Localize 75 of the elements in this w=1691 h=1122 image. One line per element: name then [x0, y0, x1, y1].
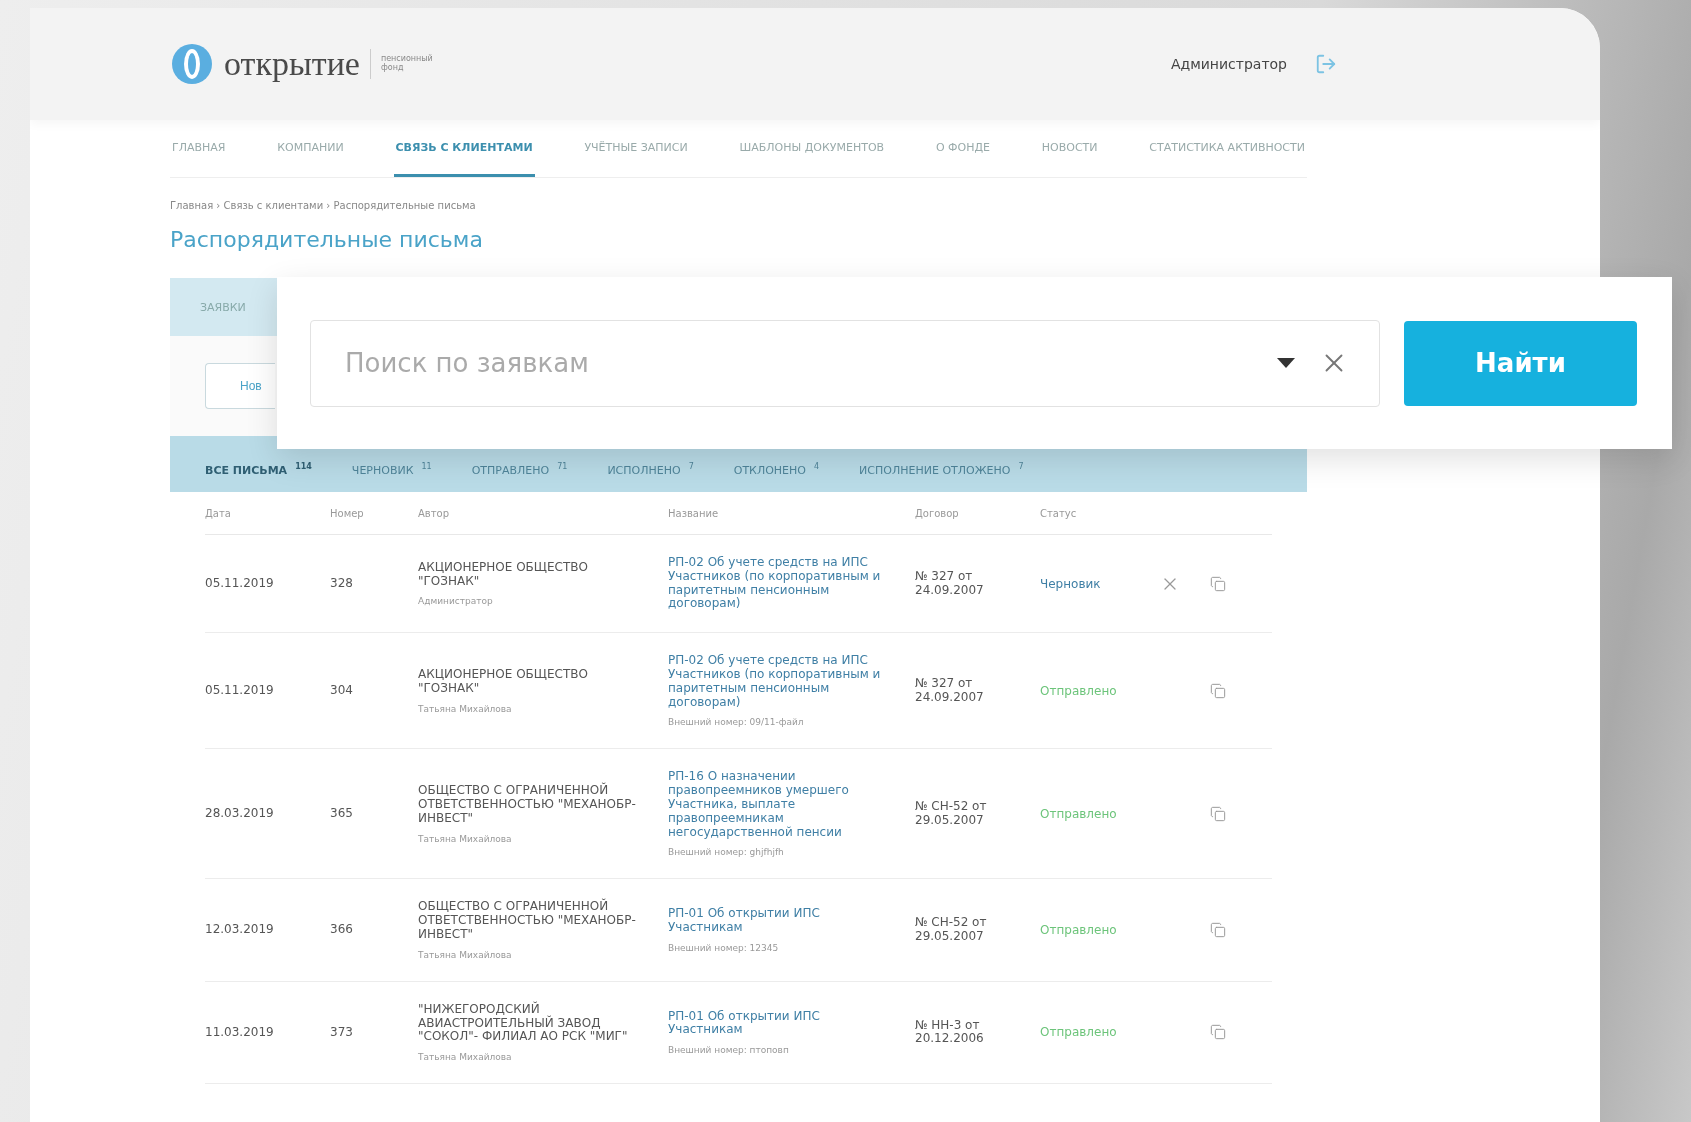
logout-icon[interactable] — [1315, 53, 1337, 75]
contract-cell-text: № СН-52 от 29.05.2007 — [915, 916, 988, 944]
author-user: Татьяна Михайлова — [418, 1052, 513, 1063]
letter-title-link[interactable]: РП-01 Об открытии ИПС Участникам — [668, 1009, 885, 1038]
filter-tab[interactable]: ИСПОЛНЕНИЕ ОТЛОЖЕНО $^{7}$ — [859, 461, 1024, 477]
status-text: Отправлено — [1040, 1025, 1118, 1040]
author-user: Татьяна Михайлова — [418, 949, 513, 960]
search-bar[interactable]: Поиск по заявкам — [310, 319, 1380, 407]
date-cell-text: 05.11.2019 — [205, 683, 275, 698]
filter-tab[interactable]: ОТКЛОНЕНО $^{4}$ — [733, 461, 820, 477]
column-header: Договор — [915, 507, 960, 519]
external-number: Внешний номер: ghjfhjfh — [668, 847, 785, 858]
number-cell-text: 328 — [330, 576, 354, 591]
nav-tab[interactable]: КОМПАНИИ — [275, 120, 346, 177]
logo-text: открытие — [224, 45, 360, 83]
copy-icon[interactable] — [1210, 575, 1226, 592]
copy-icon[interactable] — [1210, 805, 1226, 822]
breadcrumbs: Главная › Связь с клиентами › Распорядительные письма — [170, 200, 477, 211]
author-name: ОБЩЕСТВО С ОГРАНИЧЕННОЙ ОТВЕТСТВЕННОСТЬЮ "МЕХАНОБР-ИНВЕСТ" — [418, 900, 637, 942]
author-name: АКЦИОНЕРНОЕ ОБЩЕСТВО "ГОЗНАК" — [418, 668, 589, 696]
column-header: Название — [668, 507, 720, 519]
copy-icon[interactable] — [1210, 922, 1226, 939]
date-cell-text: 28.03.2019 — [205, 806, 275, 821]
filter-tab[interactable]: ОТПРАВЛЕНО $^{71}$ — [471, 461, 568, 477]
author-name: ОБЩЕСТВО С ОГРАНИЧЕННОЙ ОТВЕТСТВЕННОСТЬЮ "МЕХАНОБР-ИНВЕСТ" — [418, 784, 637, 826]
author-name: АКЦИОНЕРНОЕ ОБЩЕСТВО "ГОЗНАК" — [418, 560, 589, 589]
column-header: Дата — [205, 507, 232, 519]
status-text: Отправлено — [1040, 806, 1118, 821]
date-cell-text: 11.03.2019 — [205, 1025, 275, 1040]
external-number: Внешний номер: 09/11-файл — [668, 717, 805, 728]
nav-tab[interactable]: ГЛАВНАЯ — [170, 120, 228, 177]
author-user: Татьяна Михайлова — [418, 833, 513, 844]
letter-title-link[interactable]: РП-02 Об учете средств на ИПС Участников (по корпоративным и паритетным пенсионным договорам) — [668, 654, 885, 710]
number-cell-text: 373 — [330, 1025, 354, 1040]
logo-icon — [170, 42, 214, 86]
external-number: Внешний номер: 12345 — [668, 942, 780, 953]
column-header: Номер — [330, 507, 365, 519]
nav-tab[interactable]: ШАБЛОНЫ ДОКУМЕНТОВ — [737, 120, 887, 177]
filter-tab[interactable]: ИСПОЛНЕНО $^{7}$ — [607, 461, 694, 477]
number-cell-text: 365 — [330, 806, 354, 821]
number-cell-text: 304 — [330, 683, 354, 698]
nav-tab[interactable]: СТАТИСТИКА АКТИВНОСТИ — [1147, 120, 1307, 177]
author-name: "НИЖЕГОРОДСКИЙ АВИАСТРОИТЕЛЬНЫЙ ЗАВОД "СОКОЛ"- ФИЛИАЛ АО РСК "МИГ" — [418, 1002, 629, 1045]
nav-tab[interactable]: О ФОНДЕ — [933, 120, 992, 177]
contract-cell-text: № 327 от 24.09.2007 — [915, 569, 985, 598]
section-tab[interactable]: ЗАЯВКИ — [200, 300, 246, 314]
contract-cell-text: № 327 от 24.09.2007 — [915, 677, 985, 705]
author-user: Татьяна Михайлова — [418, 703, 513, 714]
author-user: Администратор — [418, 596, 494, 607]
search-button[interactable]: Найти — [1404, 320, 1637, 406]
status-text: Отправлено — [1040, 683, 1118, 698]
letter-title-link[interactable]: РП-01 Об открытии ИПС Участникам — [668, 907, 885, 935]
nav-tab[interactable]: УЧЁТНЫЕ ЗАПИСИ — [582, 120, 690, 177]
column-header: Автор — [418, 507, 451, 519]
letter-title-link[interactable]: РП-02 Об учете средств на ИПС Участников (по корпоративным и паритетным пенсионным договорам) — [668, 556, 885, 612]
status-text: Отправлено — [1040, 923, 1118, 938]
nav-tab[interactable]: НОВОСТИ — [1039, 120, 1100, 177]
user-name: Администратор — [1170, 56, 1287, 72]
contract-cell-text: № СН-52 от 29.05.2007 — [915, 800, 988, 828]
date-cell-text: 05.11.2019 — [205, 576, 275, 591]
copy-icon[interactable] — [1210, 682, 1226, 699]
contract-cell-text: № НН-3 от 20.12.2006 — [915, 1018, 985, 1047]
external-number: Внешний номер: птоповп — [668, 1045, 790, 1056]
copy-icon[interactable] — [1210, 1024, 1226, 1041]
column-header: Статус — [1040, 507, 1078, 519]
number-cell-text: 366 — [330, 923, 354, 937]
letter-title-link[interactable]: РП-16 О назначении правопреемников умершего Участника, выплате правопреемникам негосударственной пенсии — [668, 770, 885, 840]
filter-tab[interactable]: ЧЕРНОВИК $^{11}$ — [351, 461, 432, 477]
nav-tab[interactable]: СВЯЗЬ С КЛИЕНТАМИ — [393, 120, 535, 177]
new-button[interactable]: Нов — [205, 363, 275, 409]
dropdown-caret-icon[interactable] — [1277, 358, 1295, 368]
date-cell-text: 12.03.2019 — [205, 923, 275, 937]
page-title: Распорядительные письма — [170, 227, 484, 252]
status-text: Черновик — [1040, 576, 1102, 591]
filter-tab[interactable]: ВСЕ ПИСЬМА $^{114}$ — [205, 461, 312, 477]
